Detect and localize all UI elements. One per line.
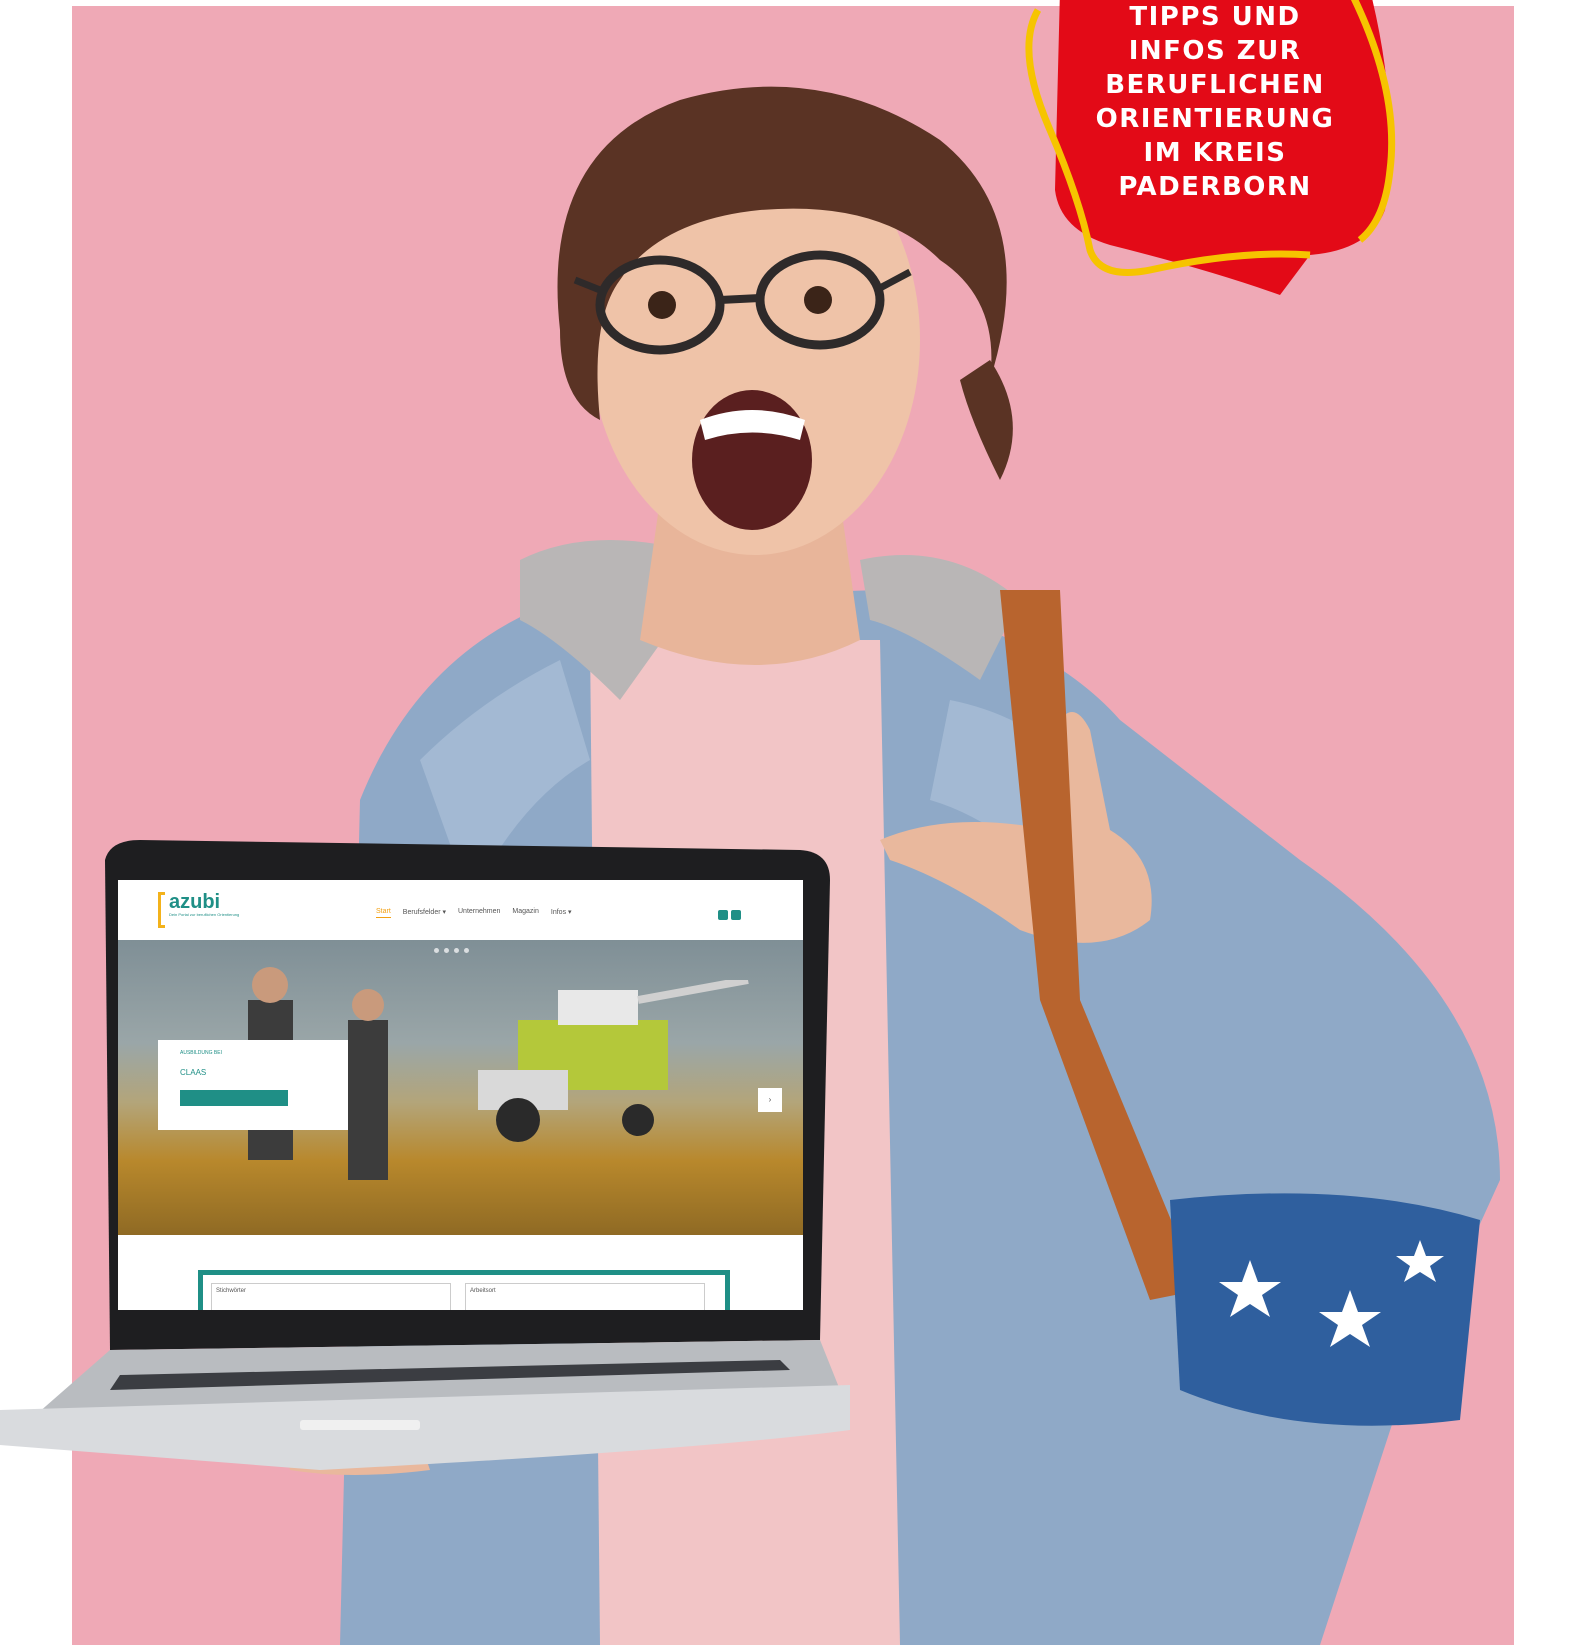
combine-harvester-image [478,980,749,1142]
nav-item-start[interactable]: Start [376,908,391,918]
nav-item-berufsfelder[interactable]: Berufsfelder ▾ [403,908,446,918]
nav-item-magazin[interactable]: Magazin [512,908,538,918]
logo-bracket-icon [158,892,165,928]
badge-line: TIPPS UND [1129,2,1301,32]
badge-line: BERUFLICHEN [1105,70,1325,100]
slider-dot[interactable] [434,948,439,953]
hero-cta-button[interactable] [180,1090,288,1106]
social-links [718,910,741,920]
main-nav: Start Berufsfelder ▾ Unternehmen Magazin… [376,908,572,918]
badge-line: INFOS ZUR [1128,36,1302,66]
slider-dot[interactable] [454,948,459,953]
slider-dot[interactable] [444,948,449,953]
job-search-box: Stichwörter Arbeitsort [198,1270,730,1310]
hero-card: AUSBILDUNG BEI CLAAS [158,1040,348,1130]
badge-line: IM KREIS [1143,138,1287,168]
site-header: azubi Dein Portal zur beruflichen Orient… [118,880,803,940]
badge-line: PADERBORN [1118,172,1312,202]
facebook-icon[interactable] [718,910,728,920]
slider-dot[interactable] [464,948,469,953]
slider-next-button[interactable]: › [758,1088,782,1112]
logo-subtitle: Dein Portal zur beruflichen Orientierung [169,912,240,917]
slider-dots [434,948,469,953]
azubi-logo[interactable]: azubi Dein Portal zur beruflichen Orient… [158,892,239,928]
nav-item-infos[interactable]: Infos ▾ [551,908,572,918]
nav-item-unternehmen[interactable]: Unternehmen [458,908,500,918]
badge-line: ORIENTIERUNG [1095,104,1335,134]
logo-word: azubi [169,891,221,913]
location-input[interactable]: Arbeitsort [465,1283,705,1310]
keywords-input[interactable]: Stichwörter [211,1283,451,1310]
badge-text: TIPPS UND INFOS ZUR BERUFLICHEN ORIENTIE… [1070,0,1360,204]
hero-slider: AUSBILDUNG BEI CLAAS › [118,940,803,1235]
hero-brand: CLAAS [180,1068,207,1077]
hero-kicker: AUSBILDUNG BEI [180,1050,222,1056]
laptop-screen: azubi Dein Portal zur beruflichen Orient… [118,880,803,1310]
instagram-icon[interactable] [731,910,741,920]
